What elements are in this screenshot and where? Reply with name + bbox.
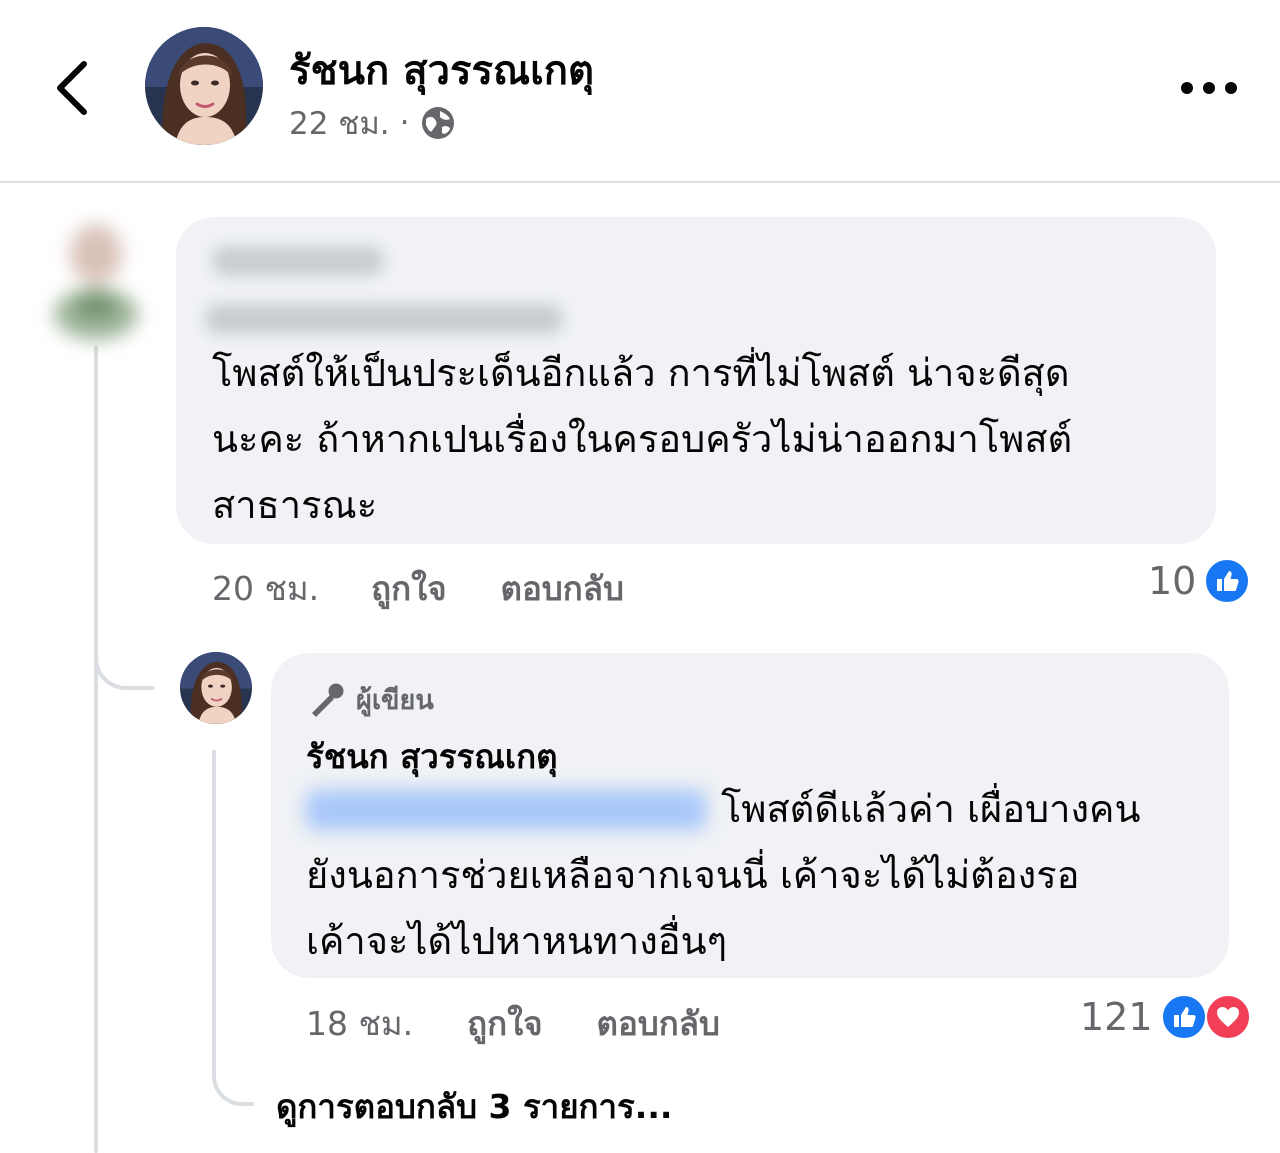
more-options-button[interactable] — [1175, 70, 1245, 106]
comment-text-line: นะคะ ถ้าหากเปนเรื่องในครอบครัวไม่น่าออกม… — [212, 417, 1073, 461]
reply-thread-connector — [212, 1050, 254, 1106]
comment-reactions[interactable]: 10 — [1148, 558, 1251, 604]
like-icon — [1160, 994, 1207, 1040]
reply-reply-button[interactable]: ตอบกลับ — [597, 997, 720, 1050]
more-dots-icon — [1181, 82, 1237, 94]
commenter-tag-blurred — [205, 304, 563, 334]
author-badge: ผู้เขียน — [308, 678, 434, 721]
thread-line — [94, 345, 98, 1153]
microphone-icon — [312, 683, 344, 717]
comment-text-line: สาธารณะ — [212, 483, 378, 527]
chevron-left-icon — [57, 61, 87, 115]
reply-reactions[interactable]: 121 — [1080, 994, 1251, 1040]
post-header: รัชนก สุวรรณเกตุ 22 ชม. · — [0, 0, 1280, 182]
commenter-avatar-blurred[interactable] — [48, 214, 144, 342]
reply-text-line: เค้าจะได้ไปหาหนทางอื่นๆ — [306, 919, 728, 963]
reply-time[interactable]: 18 ชม. — [306, 997, 413, 1050]
reply-reaction-count: 121 — [1080, 995, 1153, 1039]
reply-actions: 18 ชม. ถูกใจ ตอบกลับ — [306, 997, 720, 1050]
thread-connector — [94, 620, 154, 690]
meta-separator: · — [399, 105, 410, 141]
comment-time[interactable]: 20 ชม. — [212, 562, 319, 615]
author-avatar[interactable] — [145, 27, 263, 145]
reply-text: โพสต์ดีแล้วค่า เผื่อบางคน ยังนอการช่วยเห… — [306, 776, 1206, 974]
reply-author-avatar[interactable] — [180, 652, 252, 724]
avatar-image — [145, 27, 263, 145]
commenter-name-blurred[interactable] — [212, 246, 384, 276]
view-more-replies-link[interactable]: ดูการตอบกลับ 3 รายการ... — [276, 1080, 672, 1133]
globe-icon — [420, 105, 456, 141]
reply-text-line: โพสต์ดีแล้วค่า เผื่อบางคน — [721, 787, 1141, 831]
comment-like-button[interactable]: ถูกใจ — [371, 562, 446, 615]
like-icon — [1204, 558, 1251, 604]
reply-text-line: ยังนอการช่วยเหลือจากเจนนี่ เค้าจะได้ไม่ต… — [306, 853, 1080, 897]
post-author-name[interactable]: รัชนก สุวรรณเกตุ — [289, 38, 594, 102]
reply-like-button[interactable]: ถูกใจ — [467, 997, 542, 1050]
post-meta: 22 ชม. · — [289, 98, 456, 148]
reply-thread-line — [212, 750, 216, 1070]
back-button[interactable] — [48, 58, 98, 118]
comment-text-line: โพสต์ให้เป็นประเด็นอีกแล้ว การที่ไม่โพสต… — [212, 351, 1070, 395]
header-divider — [0, 181, 1280, 183]
avatar-image — [180, 652, 252, 724]
love-icon — [1204, 994, 1251, 1040]
comment-reply-button[interactable]: ตอบกลับ — [501, 562, 624, 615]
author-badge-label: ผู้เขียน — [356, 685, 434, 716]
post-time[interactable]: 22 ชม. — [289, 98, 390, 148]
comment-actions: 20 ชม. ถูกใจ ตอบกลับ — [212, 562, 624, 615]
comment-text: โพสต์ให้เป็นประเด็นอีกแล้ว การที่ไม่โพสต… — [212, 340, 1202, 538]
comment-reaction-count: 10 — [1148, 559, 1197, 603]
